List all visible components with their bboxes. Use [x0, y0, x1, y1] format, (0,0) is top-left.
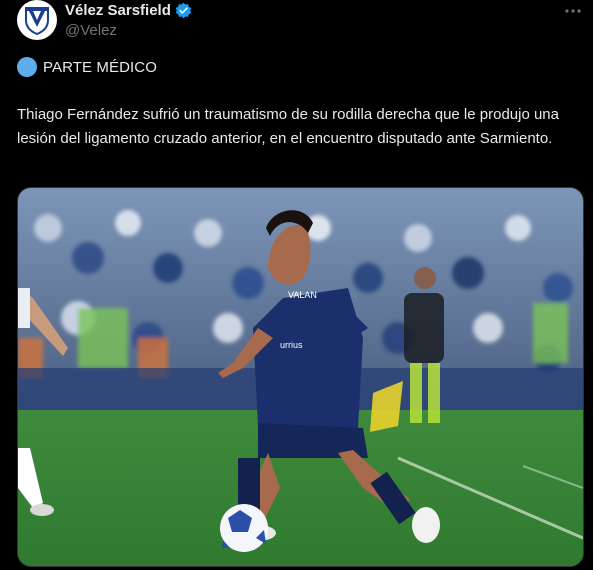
match-photo-illustration: VALAN urrius [18, 188, 583, 566]
soccer-ball-icon [220, 504, 268, 552]
velez-crest-icon [25, 7, 49, 36]
blue-circle-icon [17, 57, 37, 77]
kit-sponsor-1: VALAN [288, 290, 317, 300]
post-photo[interactable]: VALAN urrius [17, 187, 584, 567]
author-name-row: Vélez Sarsfield [65, 2, 192, 19]
verified-badge-icon [175, 2, 192, 19]
kit-sponsor-2: urrius [280, 340, 303, 350]
tweet: Vélez Sarsfield @Velez PARTE MÉDICO Thia… [0, 0, 593, 570]
more-options-button[interactable] [560, 0, 586, 22]
avatar[interactable] [17, 0, 57, 40]
more-dots-icon [565, 9, 581, 13]
post-label-text: PARTE MÉDICO [43, 58, 157, 76]
post-label: PARTE MÉDICO [17, 57, 157, 77]
handle[interactable]: @Velez [65, 22, 117, 39]
display-name[interactable]: Vélez Sarsfield [65, 2, 171, 19]
post-text: Thiago Fernández sufrió un traumatismo d… [17, 106, 559, 147]
